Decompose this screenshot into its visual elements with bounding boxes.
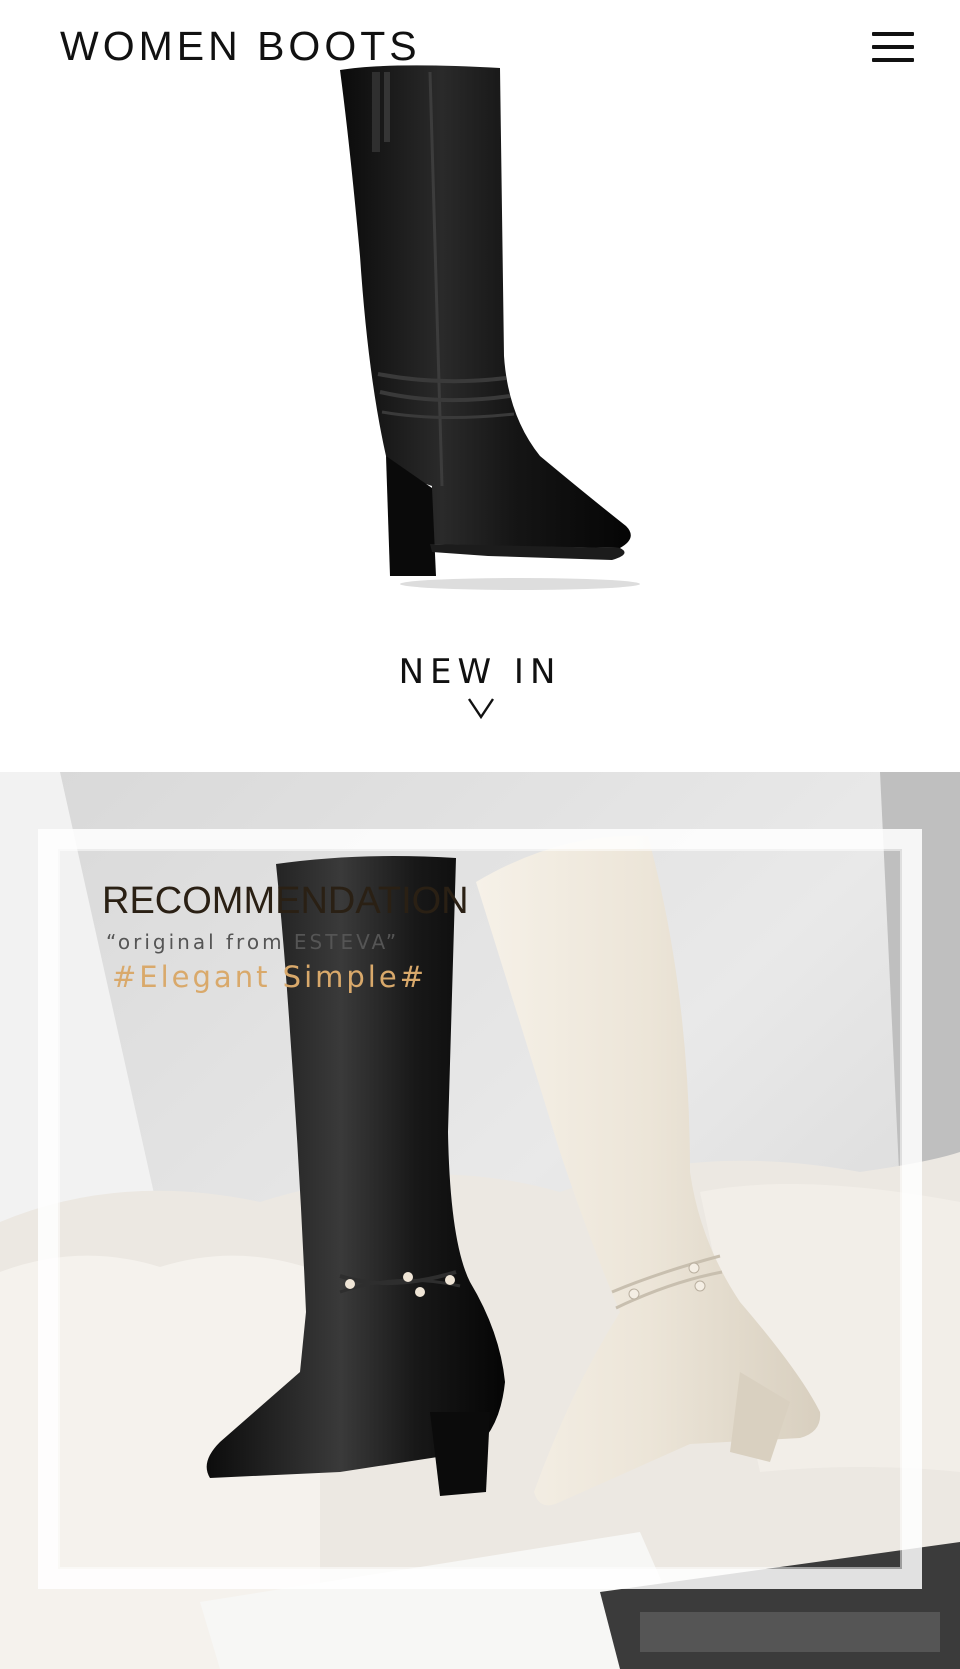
hamburger-menu-icon[interactable]: [870, 30, 916, 66]
new-in-heading: NEW IN: [398, 652, 562, 692]
new-in-section: NEW IN: [0, 622, 960, 772]
hero-banner: WOMEN BOOTS: [0, 0, 960, 590]
recommendation-banner[interactable]: RECOMMENDATION “original from ESTEVA” #E…: [0, 772, 960, 1669]
origin-quote: “original from ESTEVA”: [106, 930, 400, 954]
style-tagline: #Elegant Simple#: [112, 960, 427, 994]
hero-boot-image[interactable]: [320, 56, 660, 590]
page-title: WOMEN BOOTS: [60, 23, 421, 69]
promo-inner-frame: [58, 849, 902, 1569]
chevron-down-icon[interactable]: [466, 696, 496, 720]
recommendation-heading: RECOMMENDATION: [102, 880, 469, 922]
